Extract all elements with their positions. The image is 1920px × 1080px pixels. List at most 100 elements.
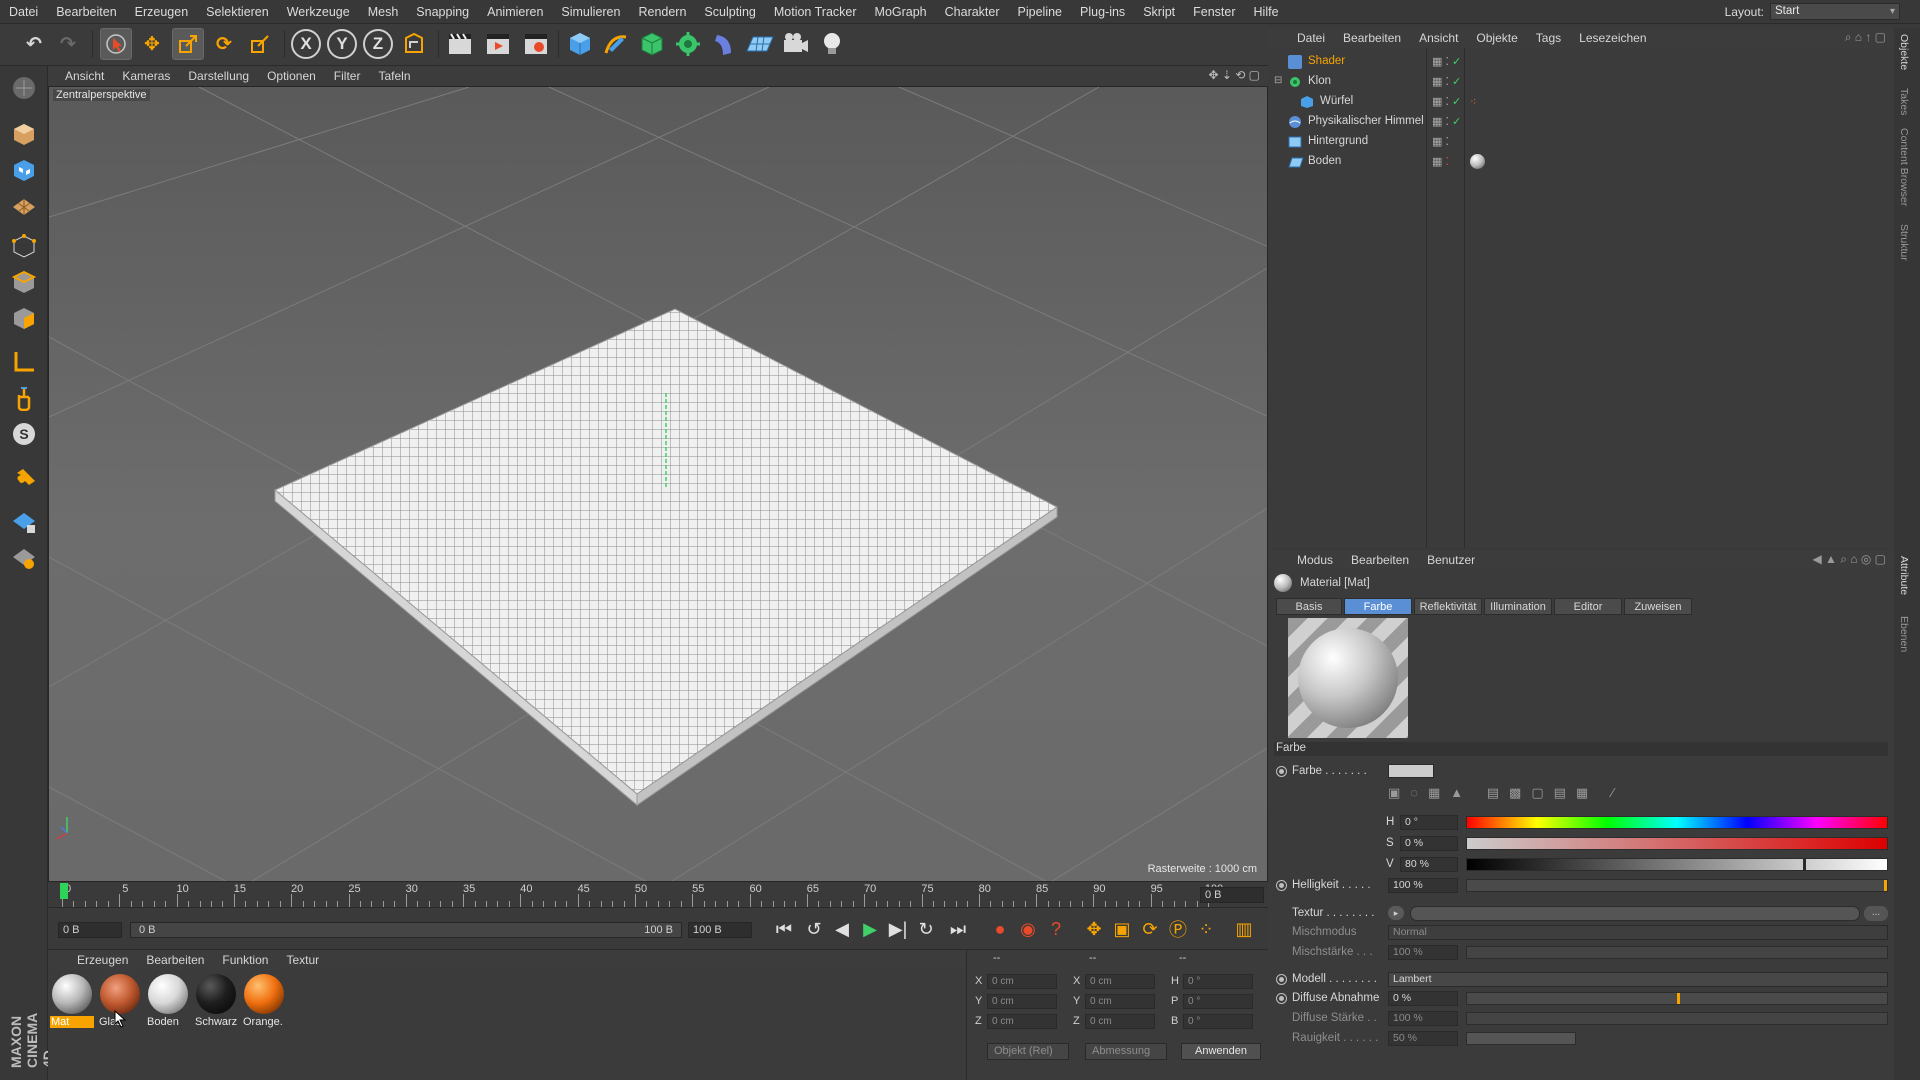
material-preview[interactable] <box>1288 618 1408 738</box>
diffuse-falloff-animate-radio[interactable] <box>1276 993 1287 1004</box>
menu-sculpting[interactable]: Sculpting <box>695 5 764 19</box>
visibility-toggle-icon[interactable]: ▦ ⁚ ✓ <box>1432 95 1461 108</box>
menu-animieren[interactable]: Animieren <box>478 5 552 19</box>
visibility-toggle-icon[interactable]: ▦ ⁚ ✓ <box>1432 55 1461 68</box>
menu-skript[interactable]: Skript <box>1134 5 1184 19</box>
position-y-field[interactable]: 0 cm <box>987 994 1057 1009</box>
menu-snapping[interactable]: Snapping <box>407 5 478 19</box>
brightness-field[interactable]: 100 % <box>1388 878 1458 893</box>
rotation-b-field[interactable]: 0 ° <box>1183 1014 1253 1029</box>
menu-fenster[interactable]: Fenster <box>1184 5 1244 19</box>
end-frame-field[interactable]: 100 B <box>688 922 752 938</box>
record-keys-icon[interactable]: ● <box>988 917 1012 941</box>
diffuse-falloff-slider-handle[interactable] <box>1677 993 1680 1004</box>
menu-plugins[interactable]: Plug-ins <box>1071 5 1134 19</box>
y-axis-lock-button[interactable]: Y <box>326 28 358 60</box>
object-menu-tags[interactable]: Tags <box>1527 31 1570 45</box>
key-scale-icon[interactable]: ▣ <box>1110 917 1134 941</box>
mixmode-select[interactable]: Normal <box>1388 925 1888 940</box>
visibility-toggle-icon[interactable]: ▦ ⁚ <box>1432 135 1449 148</box>
points-mode-icon[interactable] <box>8 230 40 262</box>
position-x-field[interactable]: 0 cm <box>987 974 1057 989</box>
mixstrength-field[interactable]: 100 % <box>1388 945 1458 960</box>
texture-mode-icon[interactable] <box>8 154 40 186</box>
viewport-menu-kameras[interactable]: Kameras <box>113 69 179 83</box>
object-menu-ansicht[interactable]: Ansicht <box>1410 31 1467 45</box>
color-picker-mode-icons[interactable]: ▣◌▦▲ ▤▩▢▤▦ ⁄ <box>1388 785 1624 801</box>
tweak-mode-icon[interactable] <box>8 382 40 414</box>
hue-slider[interactable] <box>1466 816 1888 829</box>
workplane-align-icon[interactable] <box>8 542 40 574</box>
make-editable-icon[interactable] <box>8 72 40 104</box>
key-pla-icon[interactable]: ⁘ <box>1194 917 1218 941</box>
next-frame-icon[interactable]: ▶| <box>886 917 910 941</box>
tab-struktur[interactable]: Struktur <box>1898 224 1910 261</box>
render-settings-icon[interactable] <box>520 28 552 60</box>
object-row-boden[interactable]: Boden ▦ ⁚ <box>1268 152 1894 172</box>
z-axis-lock-button[interactable]: Z <box>362 28 394 60</box>
scale-tool-icon[interactable] <box>172 28 204 60</box>
object-manager-search-icon[interactable]: ⌕ ⌂ ↑ ▢ <box>1845 30 1886 45</box>
material-menu-bearbeiten[interactable]: Bearbeiten <box>137 953 213 967</box>
material-orange[interactable]: Orange. <box>242 974 286 1028</box>
size-x-field[interactable]: 0 cm <box>1085 974 1155 989</box>
material-menu-textur[interactable]: Textur <box>277 953 328 967</box>
tab-content-browser[interactable]: Content Browser <box>1898 128 1910 206</box>
floor-object-icon[interactable] <box>744 28 776 60</box>
material-tag-icon[interactable] <box>1470 154 1485 169</box>
render-view-icon[interactable] <box>444 28 476 60</box>
spline-pen-icon[interactable] <box>600 28 632 60</box>
apply-button[interactable]: Anwenden <box>1181 1043 1261 1060</box>
attribute-nav-icons[interactable]: ◀ ▲ ⌕ ⌂ ◎ ▢ <box>1812 552 1886 567</box>
menu-simulieren[interactable]: Simulieren <box>552 5 629 19</box>
menu-mograph[interactable]: MoGraph <box>866 5 936 19</box>
color-animate-radio[interactable] <box>1276 766 1287 777</box>
diffuse-falloff-slider[interactable] <box>1466 992 1888 1005</box>
menu-mesh[interactable]: Mesh <box>359 5 408 19</box>
edges-mode-icon[interactable] <box>8 266 40 298</box>
playhead[interactable] <box>60 883 68 899</box>
tab-illumination[interactable]: Illumination <box>1484 598 1552 615</box>
rotate-tool-icon[interactable]: ⟳ <box>208 28 240 60</box>
diffuse-falloff-field[interactable]: 0 % <box>1388 991 1458 1006</box>
object-row-shader[interactable]: Shader ▦ ⁚ ✓ <box>1268 52 1894 72</box>
previous-frame-icon[interactable]: ◀ <box>830 917 854 941</box>
last-tool-icon[interactable] <box>244 28 276 60</box>
coordinate-system-icon[interactable] <box>398 28 430 60</box>
object-menu-lesezeichen[interactable]: Lesezeichen <box>1570 31 1655 45</box>
previous-key-icon[interactable]: ↺ <box>802 917 826 941</box>
brightness-slider[interactable] <box>1466 879 1888 892</box>
tab-attribute[interactable]: Attribute <box>1898 556 1910 595</box>
workplane-mode-icon[interactable] <box>8 190 40 222</box>
brightness-animate-radio[interactable] <box>1276 880 1287 891</box>
x-axis-lock-button[interactable]: X <box>290 28 322 60</box>
autokey-icon[interactable]: ◉ <box>1016 917 1040 941</box>
layout-select[interactable]: Start <box>1770 3 1900 20</box>
model-animate-radio[interactable] <box>1276 974 1287 985</box>
tab-takes[interactable]: Takes <box>1898 88 1910 115</box>
collapse-icon[interactable]: ⊟ <box>1274 75 1282 86</box>
object-row-klon[interactable]: ⊟ Klon ▦ ⁚ ✓ <box>1268 72 1894 92</box>
go-to-end-icon[interactable]: ⏭ <box>946 917 970 941</box>
object-menu-objekte[interactable]: Objekte <box>1467 31 1526 45</box>
roughness-slider[interactable] <box>1466 1032 1576 1045</box>
color-swatch[interactable] <box>1388 764 1434 778</box>
material-menu-funktion[interactable]: Funktion <box>213 953 277 967</box>
material-schwarz[interactable]: Schwarz <box>194 974 238 1028</box>
object-menu-datei[interactable]: Datei <box>1288 31 1334 45</box>
size-mode-select[interactable]: Abmessung <box>1085 1043 1167 1060</box>
redo-icon[interactable]: ↷ <box>52 28 84 60</box>
render-picture-viewer-icon[interactable] <box>482 28 514 60</box>
next-key-icon[interactable]: ↻ <box>914 917 938 941</box>
frame-range-slider[interactable]: 0 B 100 B <box>130 922 682 938</box>
menu-werkzeuge[interactable]: Werkzeuge <box>278 5 359 19</box>
menu-erzeugen[interactable]: Erzeugen <box>126 5 198 19</box>
timeline-ruler[interactable]: 0510152025303540455055606570758085909510… <box>48 882 1268 908</box>
coordinate-mode-select[interactable]: Objekt (Rel) <box>987 1043 1069 1060</box>
undo-icon[interactable]: ↶ <box>18 28 50 60</box>
value-slider[interactable] <box>1466 858 1888 871</box>
material-mat[interactable]: Mat <box>50 974 94 1028</box>
visibility-toggle-icon[interactable]: ▦ ⁚ ✓ <box>1432 115 1461 128</box>
tab-ebenen[interactable]: Ebenen <box>1898 616 1910 652</box>
diffuse-strength-slider[interactable] <box>1466 1012 1888 1025</box>
